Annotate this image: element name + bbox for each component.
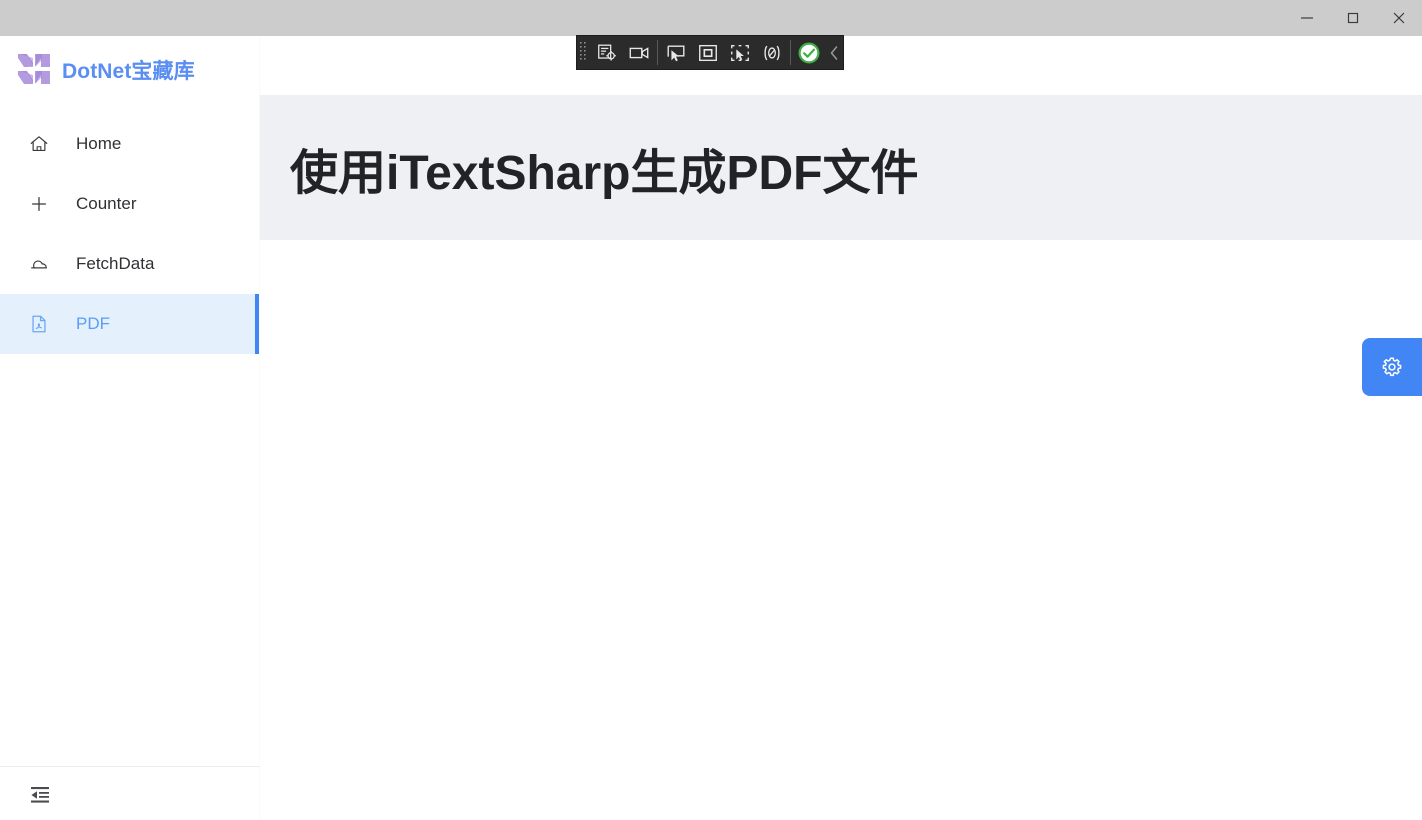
main-content: 使用iTextSharp生成PDF文件: [260, 36, 1422, 820]
inspect-code-button[interactable]: [756, 36, 788, 69]
recorder-collapse-button[interactable]: [825, 36, 843, 69]
toolbar-divider: [657, 40, 658, 65]
recorder-toolbar: [577, 36, 843, 69]
green-check-circle-icon: [798, 42, 820, 63]
video-camera-icon: [629, 46, 649, 59]
gear-icon: [1382, 357, 1402, 377]
dotnet-logo-icon: .NET: [18, 54, 50, 84]
window-close-button[interactable]: [1376, 0, 1422, 36]
minimize-icon: [1301, 17, 1313, 19]
toolbar-divider: [790, 40, 791, 65]
verify-ok-button[interactable]: [793, 36, 825, 69]
svg-text:.NET: .NET: [27, 67, 42, 73]
sidebar-item-label: Home: [76, 134, 122, 153]
sidebar-item-label: PDF: [76, 314, 110, 333]
settings-button[interactable]: [1362, 338, 1422, 396]
square-outline-icon: [699, 44, 717, 61]
sidebar-footer: [0, 766, 260, 820]
capture-region-button[interactable]: [724, 36, 756, 69]
close-icon: [1393, 12, 1405, 24]
highlight-element-button[interactable]: [692, 36, 724, 69]
select-element-button[interactable]: [660, 36, 692, 69]
home-icon: [30, 136, 48, 152]
sidebar-item-label: Counter: [76, 194, 137, 213]
record-steps-button[interactable]: [591, 36, 623, 69]
recorder-group-capture: [591, 36, 655, 69]
page-body: [260, 240, 1422, 820]
sidebar-nav: Home Counter FetchData PDF: [0, 114, 259, 354]
pointer-select-icon: [667, 44, 685, 61]
recorder-group-select: [660, 36, 788, 69]
drag-grip-icon[interactable]: [577, 36, 591, 69]
sidebar-item-label: FetchData: [76, 254, 155, 273]
crop-pointer-icon: [731, 44, 749, 61]
collapse-sidebar-icon[interactable]: [28, 782, 52, 806]
sidebar-item-home[interactable]: Home: [0, 114, 259, 174]
cloud-icon: [31, 260, 47, 269]
record-video-button[interactable]: [623, 36, 655, 69]
pdf-file-icon: [32, 315, 46, 333]
window-maximize-button[interactable]: [1330, 0, 1376, 36]
sidebar-item-counter[interactable]: Counter: [0, 174, 259, 234]
plus-icon: [32, 197, 46, 211]
drag-grip-dots-icon: [580, 42, 586, 60]
window-titlebar: [0, 0, 1422, 36]
sidebar-item-fetchdata[interactable]: FetchData: [0, 234, 259, 294]
page-title: 使用iTextSharp生成PDF文件: [290, 146, 919, 200]
maximize-icon: [1347, 12, 1359, 24]
sidebar: .NET DotNet宝藏库 Home Counter FetchData PD…: [0, 36, 260, 820]
brand[interactable]: .NET DotNet宝藏库: [0, 36, 259, 104]
sidebar-item-pdf[interactable]: PDF: [0, 294, 259, 354]
chevron-left-icon: [830, 45, 838, 60]
record-steps-icon: [598, 44, 616, 61]
code-brackets-icon: [764, 45, 780, 60]
page-banner: 使用iTextSharp生成PDF文件: [260, 95, 1422, 240]
window-minimize-button[interactable]: [1284, 0, 1330, 36]
brand-title: DotNet宝藏库: [62, 60, 195, 83]
